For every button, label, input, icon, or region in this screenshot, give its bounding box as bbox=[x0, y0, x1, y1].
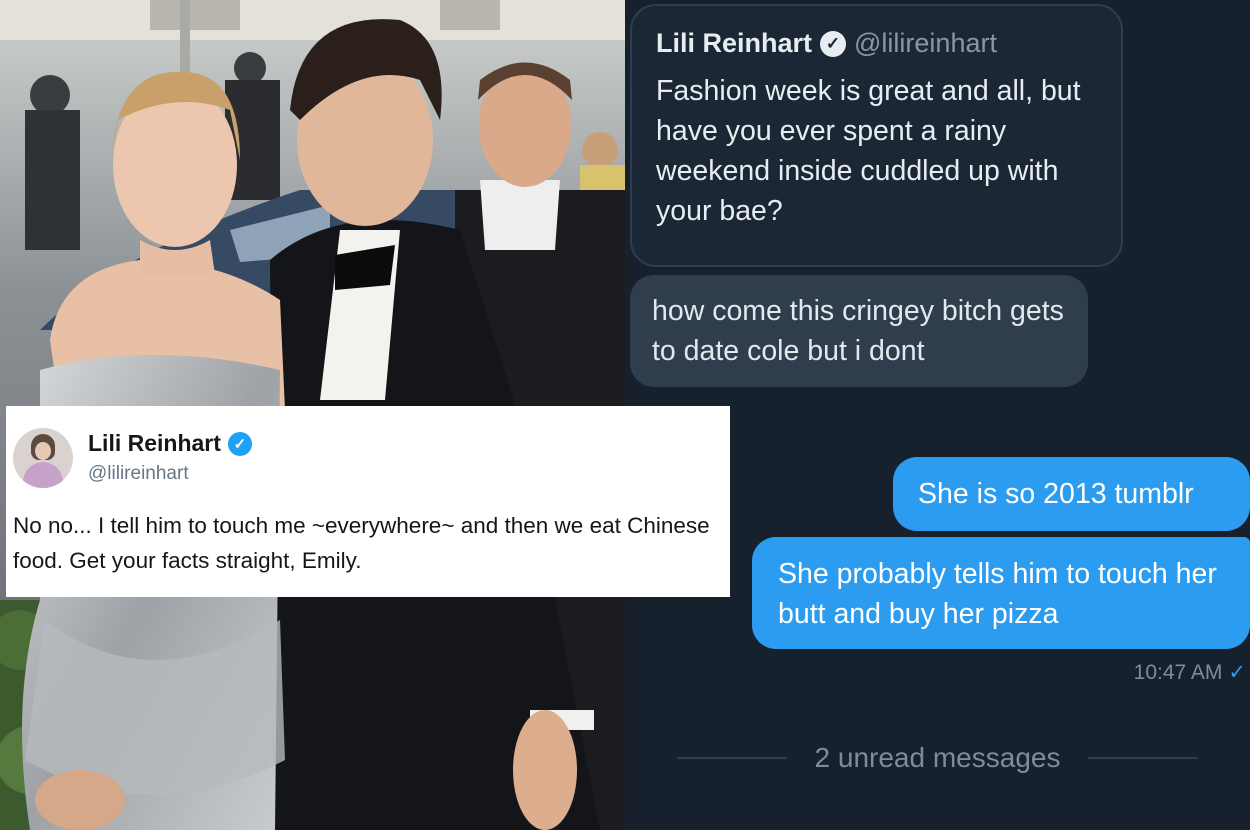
check-icon: ✓ bbox=[1228, 661, 1246, 684]
timestamp-text: 10:47 AM bbox=[1133, 661, 1223, 684]
incoming-message-bubble[interactable]: how come this cringey bitch gets to date… bbox=[630, 275, 1088, 387]
tweet-header: Lili Reinhart ✓ @lilireinhart bbox=[13, 428, 724, 488]
outgoing-message-bubble[interactable]: She probably tells him to touch her butt… bbox=[752, 537, 1250, 649]
tweet-author-name[interactable]: Lili Reinhart bbox=[88, 430, 221, 457]
verified-badge-icon: ✓ bbox=[820, 30, 847, 57]
quoted-tweet-author-name: Lili Reinhart bbox=[656, 28, 813, 58]
tweet-author-handle[interactable]: @lilireinhart bbox=[88, 463, 252, 485]
unread-divider: 2 unread messages bbox=[625, 736, 1250, 780]
tweet-author: Lili Reinhart ✓ @lilireinhart bbox=[88, 428, 252, 485]
quoted-tweet[interactable]: Lili Reinhart ✓ @lilireinhart Fashion we… bbox=[630, 4, 1123, 267]
verified-badge-icon: ✓ bbox=[227, 431, 252, 456]
avatar[interactable] bbox=[13, 428, 73, 488]
quoted-tweet-text: Fashion week is great and all, but have … bbox=[656, 75, 1081, 227]
quoted-tweet-header: Lili Reinhart ✓ @lilireinhart bbox=[656, 28, 1097, 59]
tweet-text: No no... I tell him to touch me ~everywh… bbox=[13, 513, 710, 573]
quoted-tweet-author-handle: @lilireinhart bbox=[854, 28, 997, 58]
tweet-name-row: Lili Reinhart ✓ bbox=[88, 430, 252, 457]
unread-messages-label: 2 unread messages bbox=[814, 742, 1061, 773]
outgoing-message-bubble[interactable]: She is so 2013 tumblr bbox=[893, 457, 1250, 531]
message-timestamp: 10:47 AM ✓ bbox=[1134, 660, 1246, 685]
divider-line bbox=[676, 757, 787, 759]
tweet-card[interactable]: Lili Reinhart ✓ @lilireinhart No no... I… bbox=[6, 406, 730, 597]
divider-line bbox=[1088, 757, 1199, 759]
